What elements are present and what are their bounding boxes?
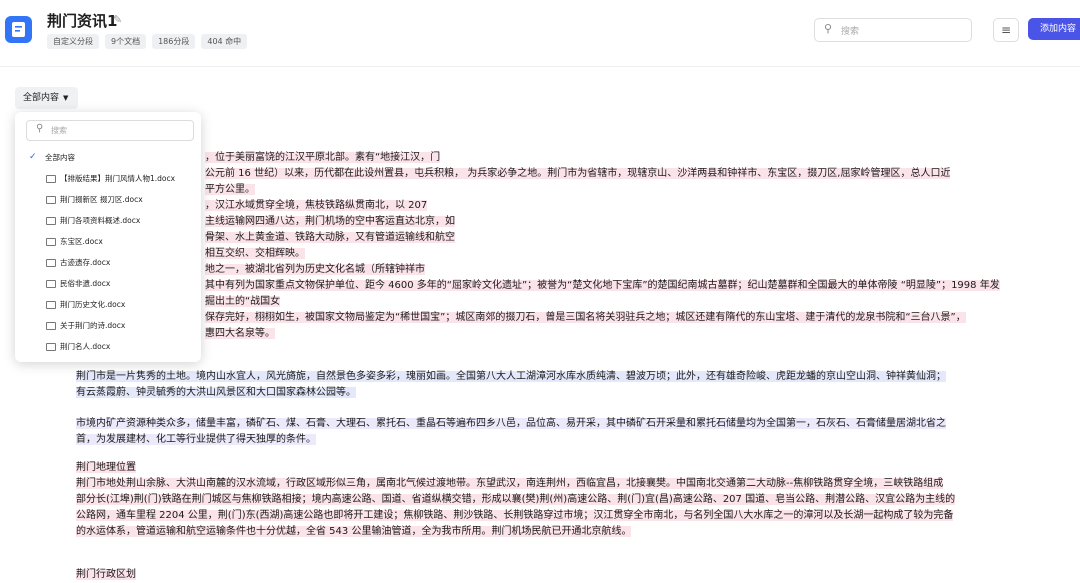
file-icon [46, 196, 56, 204]
text-line: 其中有列为国家重点文物保护单位、距今 4600 多年的“屈家岭文化遗址”；被誉为… [205, 280, 1000, 307]
file-icon [46, 217, 56, 225]
file-icon [46, 175, 56, 183]
dropdown-item-doc[interactable]: 荆门各项资料概述.docx [15, 210, 201, 231]
dropdown-item-doc[interactable]: 东宝区.docx [15, 231, 201, 252]
header: 荆门资讯1 ✎ 自定义分段 9个文档 186分段 404 命中 ⚲ 搜索 ≡ 添… [0, 0, 1080, 67]
text-line: 惠四大名泉等。 [205, 328, 275, 339]
dropdown-item-label: 东宝区.docx [60, 237, 103, 246]
dropdown-item-doc[interactable]: 民俗非遗.docx [15, 273, 201, 294]
knowledge-base-icon [5, 16, 32, 43]
text-line: 公路网，通车里程 2204 公里，荆(门)东(西湖)高速公路也即将开工建设；焦柳… [76, 510, 954, 521]
filter-label: 全部内容 [23, 93, 60, 103]
paragraph-1: 公元前 16 世纪）以来，历代都在此设州置县，屯兵积粮， 为兵家必争之地。荆门市… [76, 166, 1008, 342]
dropdown-item-label: 古迹遗存.docx [60, 258, 111, 267]
menu-icon[interactable]: ≡ [993, 18, 1019, 42]
dropdown-item-doc[interactable]: 关于荆门的诗.docx [15, 315, 201, 336]
section-heading: 荆门地理位置 [76, 462, 136, 473]
dropdown-item-label: 荆门掇新区 掇刀区.docx [60, 195, 143, 204]
page-title: 荆门资讯1 [47, 12, 118, 30]
file-icon [46, 322, 56, 330]
dropdown-item-label: 【排版结果】荆门风情人物1.docx [60, 174, 176, 183]
text-line: 平方公里。 [205, 184, 255, 195]
text-line: 荆门市地处荆山余脉、大洪山南麓的汉水流域，行政区域形似三角，属南北气候过渡地带。… [76, 478, 944, 489]
file-icon [46, 238, 56, 246]
add-content-button[interactable]: 添加内容 [1028, 18, 1080, 40]
section-heading: 荆门行政区划 [76, 569, 136, 580]
dropdown-item-label: 荆门历史文化.docx [60, 300, 126, 309]
check-icon: ✓ [29, 152, 37, 162]
search-placeholder: 搜索 [841, 27, 860, 37]
content-paragraph: ，位于美丽富饶的江汉平原北部。素有“地接江汉，门 [205, 150, 1008, 166]
dropdown-item-label: 关于荆门的诗.docx [60, 321, 126, 330]
text-line: 部分长(江埠)荆(门)铁路在荆门城区与焦柳铁路相接；境内高速公路、国道、省道纵横… [76, 494, 956, 505]
text-line: 相互交织、交相辉映。 [205, 248, 305, 259]
text-line: ，汉江水域贯穿全境，焦枝铁路纵贯南北，以 207 [205, 200, 428, 211]
dropdown-search-placeholder: 搜索 [51, 126, 67, 135]
dropdown-item-doc[interactable]: 荆门历史文化.docx [15, 294, 201, 315]
search-icon: ⚲ [824, 22, 833, 35]
text-line: ，位于美丽富饶的江汉平原北部。素有“地接江汉，门 [205, 152, 441, 163]
paragraph-4: 荆门地理位置 荆门市地处荆山余脉、大洪山南麓的汉水流域，行政区域形似三角，属南北… [76, 460, 1008, 540]
text-line: 首，为发展建材、化工等行业提供了得天独厚的条件。 [76, 434, 316, 445]
filter-dropdown-button[interactable]: 全部内容 ▼ [15, 87, 79, 109]
tag-hit-count: 404 命中 [201, 34, 248, 49]
text-line: 主线运输网四通八达，荆门机场的空中客运直达北京，如 [205, 216, 455, 227]
file-icon [46, 259, 56, 267]
search-icon: ⚲ [36, 123, 44, 134]
text-line: 的水运体系，管道运输和航空运输条件也十分优越，全省 543 公里输油管道，全为我… [76, 526, 632, 537]
text-line: 荆门市是一片隽秀的土地。境内山水宜人，风光旖旎，自然景色多姿多彩，瑰丽如画。全国… [76, 371, 946, 382]
dropdown-item-doc[interactable]: 荆门掇新区 掇刀区.docx [15, 189, 201, 210]
tag-segment-count: 186分段 [152, 34, 196, 49]
document-filter-dropdown: ⚲ 搜索 ✓ 全部内容 【排版结果】荆门风情人物1.docx 荆门掇新区 掇刀区… [15, 112, 201, 362]
dropdown-item-label: 荆门各项资料概述.docx [60, 216, 141, 225]
edit-icon[interactable]: ✎ [113, 13, 122, 26]
text-line: 市境内矿产资源种类众多，储量丰富，磷矿石、煤、石膏、大理石、累托石、重晶石等遍布… [76, 418, 946, 429]
file-icon [46, 343, 56, 351]
text-line: 保存完好，栩栩如生，被国家文物局鉴定为“稀世国宝”；城区南郊的掇刀石，曾是三国名… [205, 312, 966, 323]
text-line: 骨架、水上黄金道、铁路大动脉，又有管道运输线和航空 [205, 232, 455, 243]
dropdown-item-doc[interactable]: 【排版结果】荆门风情人物1.docx [15, 168, 201, 189]
dropdown-item-all[interactable]: ✓ 全部内容 [15, 147, 201, 168]
dropdown-item-label: 荆门名人.docx [60, 342, 111, 351]
search-input[interactable]: ⚲ 搜索 [814, 18, 972, 42]
tag-segment-mode: 自定义分段 [47, 34, 99, 49]
dropdown-item-doc[interactable]: 古迹遗存.docx [15, 252, 201, 273]
dropdown-item-label: 民俗非遗.docx [60, 279, 111, 288]
caret-down-icon: ▼ [63, 94, 69, 102]
dropdown-item-label: 全部内容 [45, 153, 75, 162]
tag-list: 自定义分段 9个文档 186分段 404 命中 [47, 34, 248, 49]
paragraph-5: 荆门行政区划 [76, 567, 1008, 583]
text-line: 地之一，被湖北省列为历史文化名城（所辖钟祥市 [205, 264, 425, 275]
file-icon [46, 301, 56, 309]
file-icon [46, 280, 56, 288]
text-line: 有云蒸霞蔚、钟灵毓秀的大洪山风景区和大口国家森林公园等。 [76, 387, 356, 398]
tag-doc-count: 9个文档 [105, 34, 147, 49]
paragraph-3: 市境内矿产资源种类众多，储量丰富，磷矿石、煤、石膏、大理石、累托石、重晶石等遍布… [76, 416, 1008, 448]
dropdown-search-input[interactable]: ⚲ 搜索 [26, 120, 194, 141]
paragraph-2: 荆门市是一片隽秀的土地。境内山水宜人，风光旖旎，自然景色多姿多彩，瑰丽如画。全国… [76, 369, 1008, 401]
dropdown-item-doc[interactable]: 荆门名人.docx [15, 336, 201, 357]
text-line: 公元前 16 世纪）以来，历代都在此设州置县，屯兵积粮， 为兵家必争之地。荆门市… [205, 168, 951, 179]
